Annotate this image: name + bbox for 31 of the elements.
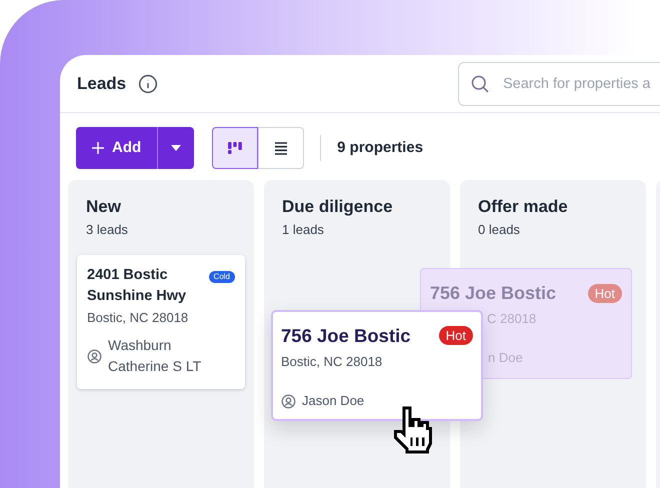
status-tag: Hot [588, 284, 622, 303]
list-icon [274, 142, 288, 154]
status-tag: Hot [438, 326, 473, 346]
caret-icon [171, 145, 182, 151]
ghost-address: C 28018 [486, 310, 538, 328]
user-icon [87, 348, 102, 364]
board-icon [227, 141, 244, 155]
card-title: 756 Joe Bostic [281, 324, 411, 348]
user-icon [281, 394, 296, 408]
column-title: Due diligence [281, 196, 394, 218]
ghost-title: 756 Joe Bostic [430, 282, 556, 305]
info-icon[interactable] [138, 74, 158, 94]
property-count: 9 properties [337, 138, 424, 158]
status-tag: Cold [208, 270, 235, 282]
search-icon [470, 74, 490, 94]
card-address: Bostic, NC 28018 [281, 352, 384, 371]
card-title: 2401 Bostic Sunshine Hwy [87, 266, 188, 306]
card-owner: Jason Doe [302, 392, 364, 410]
lead-count: 0 leads [477, 221, 521, 239]
lead-card[interactable]: 2401 Bostic Sunshine Hwy Cold Bostic, NC 28018 Washburn Catherine S LT [77, 254, 245, 389]
plus-icon [92, 142, 104, 154]
lead-count: 1 leads [281, 221, 325, 239]
card-address: Bostic, NC 28018 [87, 308, 190, 326]
dragged-card[interactable]: 756 Joe Bostic Hot Bostic, NC 28018 Jason Doe [271, 310, 483, 421]
view-toggle[interactable] [212, 127, 258, 169]
column-title: Offer made [477, 196, 569, 218]
column-title: New [85, 196, 122, 218]
page-title: Leads [77, 72, 126, 95]
search-field[interactable]: Search for properties a [458, 62, 660, 106]
card-owner: Washburn Catherine S LT [108, 336, 202, 376]
lead-count: 3 leads [85, 221, 129, 239]
